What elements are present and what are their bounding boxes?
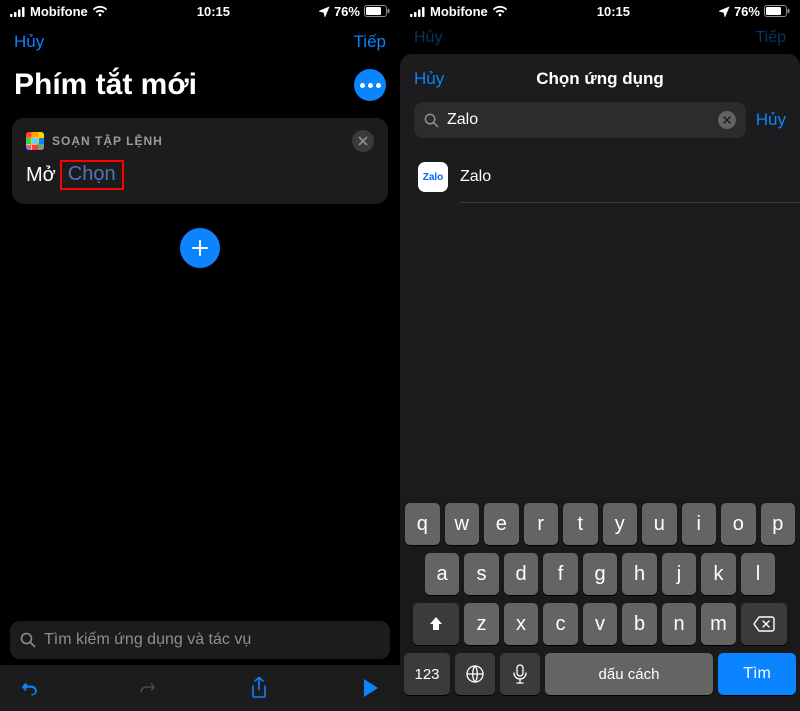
key-u[interactable]: u (642, 503, 677, 545)
key-o[interactable]: o (721, 503, 756, 545)
wifi-icon (92, 5, 108, 17)
key-e[interactable]: e (484, 503, 519, 545)
key-z[interactable]: z (464, 603, 499, 645)
key-h[interactable]: h (622, 553, 657, 595)
location-icon (319, 6, 330, 17)
dictation-key[interactable] (500, 653, 540, 695)
app-search-field[interactable] (414, 102, 746, 138)
left-screenshot: Mobifone 10:15 76% Hủy Tiếp Phím tắt mới (0, 0, 400, 711)
search-icon (20, 632, 36, 648)
carrier-label: Mobifone (30, 4, 88, 19)
keyboard: qwertyuiop asdfghjkl zxcvbnm 123 (400, 497, 800, 711)
key-i[interactable]: i (682, 503, 717, 545)
key-j[interactable]: j (662, 553, 697, 595)
key-s[interactable]: s (464, 553, 499, 595)
key-f[interactable]: f (543, 553, 578, 595)
key-a[interactable]: a (425, 553, 460, 595)
key-l[interactable]: l (741, 553, 776, 595)
status-bar: Mobifone 10:15 76% (400, 0, 800, 22)
battery-percent: 76% (334, 4, 360, 19)
key-b[interactable]: b (622, 603, 657, 645)
signal-icon (410, 6, 426, 17)
app-result-name: Zalo (460, 168, 491, 186)
zalo-app-icon: Zalo (418, 162, 448, 192)
globe-key[interactable] (455, 653, 495, 695)
key-c[interactable]: c (543, 603, 578, 645)
search-icon (424, 113, 439, 128)
clock-label: 10:15 (597, 4, 630, 19)
next-button[interactable]: Tiếp (354, 32, 386, 52)
action-card: SOẠN TẬP LỆNH Mở Chọn (12, 118, 388, 204)
card-section-label: SOẠN TẬP LỆNH (52, 134, 163, 148)
key-v[interactable]: v (583, 603, 618, 645)
open-label: Mở (26, 164, 56, 187)
sheet-title: Chọn ứng dụng (536, 69, 664, 89)
play-button[interactable] (362, 678, 380, 698)
numeric-key[interactable]: 123 (404, 653, 450, 695)
app-picker-sheet: Hủy Chọn ứng dụng Hủy Zalo Zalo (400, 54, 800, 711)
share-button[interactable] (249, 676, 269, 700)
wifi-icon (492, 5, 508, 17)
key-n[interactable]: n (662, 603, 697, 645)
key-p[interactable]: p (761, 503, 796, 545)
page-title: Phím tắt mới (14, 68, 197, 102)
clock-label: 10:15 (197, 4, 230, 19)
divider (460, 202, 800, 203)
card-close-button[interactable] (352, 130, 374, 152)
scripting-icon (26, 132, 44, 150)
backspace-key[interactable] (741, 603, 787, 645)
search-bar[interactable]: Tìm kiếm ứng dụng và tác vụ (10, 621, 390, 659)
key-d[interactable]: d (504, 553, 539, 595)
more-button[interactable] (354, 69, 386, 101)
space-key[interactable]: dấu cách (545, 653, 713, 695)
battery-icon (364, 5, 390, 17)
key-k[interactable]: k (701, 553, 736, 595)
carrier-label: Mobifone (430, 4, 488, 19)
underlying-nav-bar: Hủy Tiếp (400, 22, 800, 54)
signal-icon (10, 6, 26, 17)
app-search-input[interactable] (447, 111, 710, 129)
search-key[interactable]: Tìm (718, 653, 796, 695)
key-r[interactable]: r (524, 503, 559, 545)
page-title-row: Phím tắt mới (0, 62, 400, 112)
cancel-button[interactable]: Hủy (14, 32, 44, 52)
bottom-toolbar (0, 665, 400, 711)
choose-app-token[interactable]: Chọn (60, 160, 124, 190)
status-bar: Mobifone 10:15 76% (0, 0, 400, 22)
key-g[interactable]: g (583, 553, 618, 595)
key-m[interactable]: m (701, 603, 736, 645)
key-q[interactable]: q (405, 503, 440, 545)
underlying-cancel: Hủy (414, 29, 442, 47)
sheet-back-button[interactable]: Hủy (414, 69, 444, 89)
shift-key[interactable] (413, 603, 459, 645)
key-t[interactable]: t (563, 503, 598, 545)
battery-icon (764, 5, 790, 17)
underlying-next: Tiếp (755, 29, 786, 47)
add-action-button[interactable] (180, 228, 220, 268)
redo-button (135, 677, 157, 699)
battery-percent: 76% (734, 4, 760, 19)
right-screenshot: Mobifone 10:15 76% Hủy Tiếp Hủy Chọn ứng… (400, 0, 800, 711)
app-result-list: Zalo Zalo (400, 146, 800, 209)
location-icon (719, 6, 730, 17)
clear-search-button[interactable] (718, 111, 736, 129)
search-placeholder: Tìm kiếm ứng dụng và tác vụ (44, 631, 251, 649)
nav-bar: Hủy Tiếp (0, 22, 400, 62)
app-result-item[interactable]: Zalo Zalo (400, 152, 800, 202)
undo-button[interactable] (20, 677, 42, 699)
key-w[interactable]: w (445, 503, 480, 545)
key-y[interactable]: y (603, 503, 638, 545)
key-x[interactable]: x (504, 603, 539, 645)
search-cancel-button[interactable]: Hủy (756, 110, 786, 130)
